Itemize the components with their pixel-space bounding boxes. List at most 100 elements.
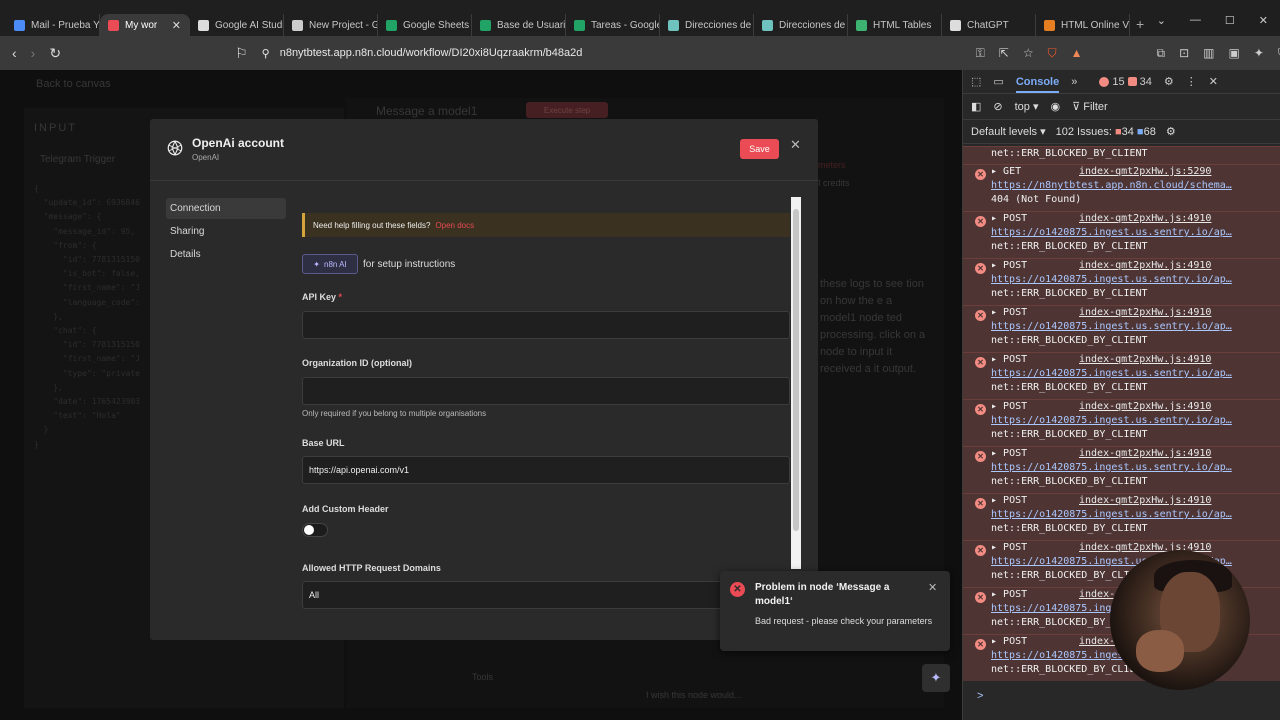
log-method[interactable]: ▸ POST: [991, 541, 1079, 555]
brave-shield-icon[interactable]: ⛉: [1048, 46, 1057, 61]
console-settings-icon[interactable]: ⚙: [1166, 125, 1176, 138]
log-method[interactable]: ▸ POST: [991, 259, 1079, 273]
log-url-link[interactable]: https://o1420875.ingest.us.sentry.io/ap…: [991, 273, 1251, 287]
log-source-link[interactable]: index-qmt2pxHw.js:4910: [1079, 353, 1211, 367]
filter-field[interactable]: ⊽ Filter: [1072, 100, 1108, 113]
log-source-link[interactable]: index-qmt2pxHw.js:4910: [1079, 447, 1211, 461]
close-icon[interactable]: ✕: [790, 137, 801, 153]
issues-summary[interactable]: 102 Issues: ■34 ■68: [1056, 126, 1156, 138]
log-source-link[interactable]: index-qmt2pxHw.js:5290: [1079, 165, 1211, 179]
browser-tab[interactable]: Base de Usuario: [472, 14, 566, 36]
kebab-menu-icon[interactable]: ⋮: [1186, 75, 1197, 88]
browser-tab[interactable]: Tareas - Google: [566, 14, 660, 36]
n8n-ai-button[interactable]: ✦ n8n AI: [302, 254, 358, 274]
log-method[interactable]: ▸ POST: [991, 212, 1079, 226]
browser-tab[interactable]: HTML Tables: [848, 14, 942, 36]
levels-select[interactable]: Default levels ▾: [971, 125, 1046, 138]
leo-icon[interactable]: ✦: [1254, 46, 1264, 60]
organization-id-input[interactable]: [302, 377, 790, 405]
log-method[interactable]: ▸ POST: [991, 588, 1079, 602]
open-docs-link[interactable]: Open docs: [435, 221, 474, 230]
sidebar-toggle-icon[interactable]: ◧: [971, 100, 981, 113]
extensions-icon[interactable]: ⧉: [1157, 46, 1166, 61]
wallet-icon[interactable]: ▣: [1229, 46, 1240, 60]
log-source-link[interactable]: index-qmt2pxHw.js:4910: [1079, 306, 1211, 320]
reload-icon[interactable]: ↻: [49, 45, 61, 62]
log-method[interactable]: ▸ POST: [991, 635, 1079, 649]
log-url-link[interactable]: https://o1420875.ingest.us.sentry.io/ap…: [991, 414, 1251, 428]
maximize-icon[interactable]: ☐: [1225, 14, 1235, 27]
log-url-link[interactable]: https://o1420875.ingest.us.sentry.io/ap…: [991, 226, 1251, 240]
nav-details[interactable]: Details: [166, 244, 286, 265]
modal-scrollbar[interactable]: [791, 197, 801, 569]
log-row[interactable]: ✕ ▸ POSTindex-qmt2pxHw.js:4910https://o14…: [963, 446, 1280, 493]
log-source-link[interactable]: index-qmt2pxHw.js:4910: [1079, 259, 1211, 273]
log-url-link[interactable]: https://o1420875.ingest.us.sentry.io/ap…: [991, 320, 1251, 334]
context-select[interactable]: top ▾: [1015, 100, 1039, 113]
log-url-link[interactable]: https://o1420875.ingest.us.sentry.io/ap…: [991, 461, 1251, 475]
eye-icon[interactable]: ◉: [1051, 100, 1061, 113]
browser-tab[interactable]: Direcciones de: [660, 14, 754, 36]
key-icon[interactable]: ⚿: [976, 46, 985, 61]
browser-tab[interactable]: Google Sheets: [378, 14, 472, 36]
log-method[interactable]: ▸ POST: [991, 400, 1079, 414]
log-row[interactable]: ✕ ▸ POSTindex-qmt2pxHw.js:4910https://o14…: [963, 493, 1280, 540]
browser-tab[interactable]: Direcciones de: [754, 14, 848, 36]
nav-connection[interactable]: Connection: [166, 198, 286, 219]
browser-tab[interactable]: New Project - G: [284, 14, 378, 36]
gear-icon[interactable]: ⚙: [1164, 75, 1174, 88]
log-row[interactable]: ✕ ▸ GET index-qmt2pxHw.js:5290 https://n8ny…: [963, 164, 1280, 211]
close-devtools-icon[interactable]: ✕: [1209, 75, 1218, 88]
console-prompt[interactable]: >: [977, 690, 983, 702]
log-row[interactable]: ✕ ▸ POSTindex-qmt2pxHw.js:4910https://o14…: [963, 211, 1280, 258]
browser-tab[interactable]: HTML Online V: [1036, 14, 1130, 36]
log-url-link[interactable]: https://n8nytbtest.app.n8n.cloud/schema…: [991, 179, 1251, 193]
ai-assistant-button[interactable]: ✦: [922, 664, 950, 692]
error-counter[interactable]: 15 34: [1099, 76, 1152, 88]
log-method[interactable]: ▸ POST: [991, 353, 1079, 367]
clear-console-icon[interactable]: ⊘: [993, 100, 1002, 113]
toast-close-icon[interactable]: ✕: [928, 581, 937, 594]
chevron-down-icon[interactable]: ⌄: [1157, 14, 1166, 27]
device-toggle-icon[interactable]: ▭: [993, 75, 1003, 88]
star-icon[interactable]: ☆: [1023, 46, 1034, 60]
log-source-link[interactable]: index-qmt2pxHw.js:4910: [1079, 400, 1211, 414]
log-source-link[interactable]: index-qmt2pxHw.js:4910: [1079, 494, 1211, 508]
save-button[interactable]: Save: [740, 139, 779, 159]
log-method[interactable]: ▸ POST: [991, 306, 1079, 320]
new-tab-button[interactable]: +: [1136, 16, 1144, 32]
screenshot-icon[interactable]: ⊡: [1179, 46, 1189, 60]
log-method[interactable]: ▸ POST: [991, 447, 1079, 461]
api-key-input[interactable]: [302, 311, 790, 339]
log-url-link[interactable]: https://o1420875.ingest.us.sentry.io/ap…: [991, 508, 1251, 522]
back-icon[interactable]: ‹: [12, 45, 17, 61]
log-url-link[interactable]: https://o1420875.ingest.us.sentry.io/ap…: [991, 367, 1251, 381]
log-method[interactable]: ▸ POST: [991, 494, 1079, 508]
browser-tab[interactable]: Google AI Studi: [190, 14, 284, 36]
tab-close-icon[interactable]: ✕: [172, 19, 181, 32]
log-method[interactable]: ▸ GET: [991, 165, 1079, 179]
tab-console[interactable]: Console: [1015, 76, 1060, 93]
browser-tab[interactable]: Mail - Prueba Y: [6, 14, 100, 36]
log-row[interactable]: ✕ ▸ POSTindex-qmt2pxHw.js:4910https://o14…: [963, 399, 1280, 446]
log-row[interactable]: ✕ ▸ POSTindex-qmt2pxHw.js:4910https://o14…: [963, 258, 1280, 305]
url-field[interactable]: ⚲ n8nytbtest.app.n8n.cloud/workflow/DI20…: [262, 41, 962, 65]
site-info-icon[interactable]: ⚲: [262, 47, 270, 60]
sidebar-icon[interactable]: ▥: [1203, 46, 1214, 60]
close-window-icon[interactable]: ✕: [1259, 14, 1268, 27]
inspect-icon[interactable]: ⬚: [971, 75, 981, 88]
more-tabs-icon[interactable]: »: [1071, 76, 1077, 88]
log-row[interactable]: ✕ ▸ POSTindex-qmt2pxHw.js:4910https://o14…: [963, 305, 1280, 352]
browser-tab[interactable]: My wor ✕: [100, 14, 190, 36]
minimize-icon[interactable]: —: [1190, 14, 1201, 27]
base-url-input[interactable]: https://api.openai.com/v1: [302, 456, 790, 484]
scrollbar-thumb[interactable]: [793, 209, 799, 531]
allowed-domains-select[interactable]: All: [302, 581, 790, 609]
browser-tab[interactable]: ChatGPT: [942, 14, 1036, 36]
bookmark-icon[interactable]: ⚐: [235, 45, 248, 62]
log-row[interactable]: ✕ ▸ POSTindex-qmt2pxHw.js:4910https://o14…: [963, 352, 1280, 399]
forward-icon[interactable]: ›: [31, 45, 36, 61]
share-icon[interactable]: ⇱: [999, 46, 1009, 60]
custom-header-toggle[interactable]: [302, 523, 328, 537]
nav-sharing[interactable]: Sharing: [166, 221, 286, 242]
